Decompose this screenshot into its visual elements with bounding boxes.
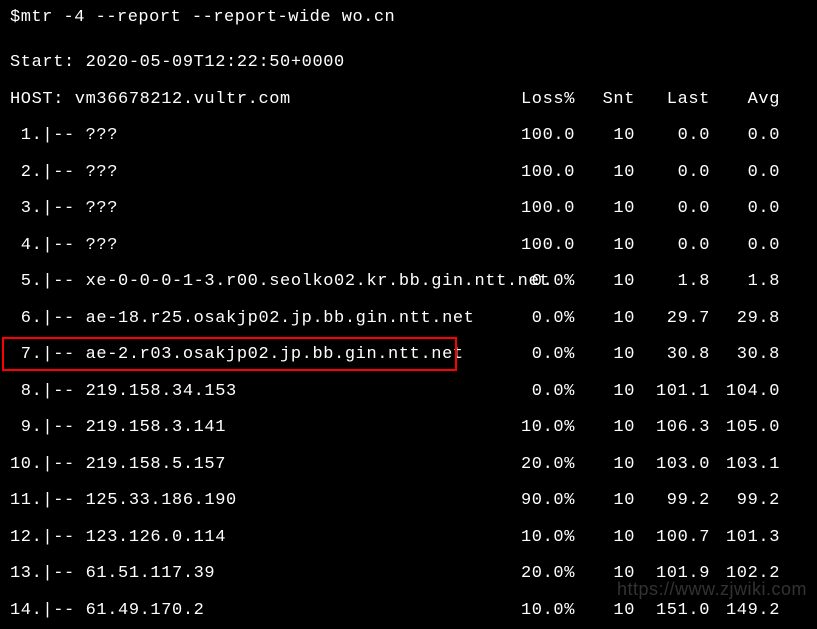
- hop-avg: 103.1: [710, 447, 780, 484]
- hop-loss: 100.0: [500, 155, 575, 192]
- hop-row: 1.|-- ???100.0100.00.0: [10, 118, 807, 155]
- hop-snt: 10: [575, 374, 635, 411]
- hop-last: 99.2: [635, 483, 710, 520]
- hop-row: 5.|-- xe-0-0-0-1-3.r00.seolko02.kr.bb.gi…: [10, 264, 807, 301]
- hop-snt: 10: [575, 447, 635, 484]
- hop-loss: 100.0: [500, 191, 575, 228]
- hop-row: 7.|-- ae-2.r03.osakjp02.jp.bb.gin.ntt.ne…: [10, 337, 807, 374]
- header-loss: Loss%: [500, 82, 575, 119]
- watermark: https://www.zjwiki.com: [617, 579, 807, 600]
- hop-avg: 0.0: [710, 191, 780, 228]
- hop-row: 8.|-- 219.158.34.1530.0%10101.1104.0: [10, 374, 807, 411]
- hop-loss: 20.0%: [500, 447, 575, 484]
- hop-last: 29.7: [635, 301, 710, 338]
- hop-host: 8.|-- 219.158.34.153: [10, 374, 500, 411]
- hop-host: 12.|-- 123.126.0.114: [10, 520, 500, 557]
- hop-last: 30.8: [635, 337, 710, 374]
- hop-host: 6.|-- ae-18.r25.osakjp02.jp.bb.gin.ntt.n…: [10, 301, 500, 338]
- hop-snt: 10: [575, 228, 635, 265]
- hop-loss: 90.0%: [500, 483, 575, 520]
- hop-host: 11.|-- 125.33.186.190: [10, 483, 500, 520]
- hop-last: 0.0: [635, 228, 710, 265]
- hop-host: 2.|-- ???: [10, 155, 500, 192]
- hop-host: 4.|-- ???: [10, 228, 500, 265]
- hop-host: 13.|-- 61.51.117.39: [10, 556, 500, 593]
- start-line: Start: 2020-05-09T12:22:50+0000: [10, 45, 807, 82]
- hop-avg: 30.8: [710, 337, 780, 374]
- hop-loss: 0.0%: [500, 264, 575, 301]
- hop-snt: 10: [575, 410, 635, 447]
- hop-avg: 0.0: [710, 155, 780, 192]
- hop-loss: 10.0%: [500, 593, 575, 629]
- hop-loss: 0.0%: [500, 337, 575, 374]
- hop-snt: 10: [575, 191, 635, 228]
- hop-avg: 104.0: [710, 374, 780, 411]
- hop-snt: 10: [575, 520, 635, 557]
- hop-row: 2.|-- ???100.0100.00.0: [10, 155, 807, 192]
- hop-last: 101.1: [635, 374, 710, 411]
- hop-avg: 105.0: [710, 410, 780, 447]
- hop-snt: 10: [575, 301, 635, 338]
- hop-host: 14.|-- 61.49.170.2: [10, 593, 500, 629]
- hop-row: 4.|-- ???100.0100.00.0: [10, 228, 807, 265]
- hop-loss: 0.0%: [500, 374, 575, 411]
- hop-loss: 100.0: [500, 118, 575, 155]
- hop-snt: 10: [575, 155, 635, 192]
- hop-snt: 10: [575, 264, 635, 301]
- hop-avg: 1.8: [710, 264, 780, 301]
- command-line: $mtr -4 --report --report-wide wo.cn: [0, 0, 817, 45]
- hop-snt: 10: [575, 118, 635, 155]
- hop-last: 103.0: [635, 447, 710, 484]
- hop-row: 6.|-- ae-18.r25.osakjp02.jp.bb.gin.ntt.n…: [10, 301, 807, 338]
- hop-avg: 0.0: [710, 118, 780, 155]
- header-last: Last: [635, 82, 710, 119]
- hop-host: 10.|-- 219.158.5.157: [10, 447, 500, 484]
- hop-row: 11.|-- 125.33.186.19090.0%1099.299.2: [10, 483, 807, 520]
- hop-snt: 10: [575, 337, 635, 374]
- hop-last: 100.7: [635, 520, 710, 557]
- header-row: HOST: vm36678212.vultr.com Loss% Snt Las…: [10, 82, 807, 119]
- hop-loss: 10.0%: [500, 520, 575, 557]
- hop-row: 9.|-- 219.158.3.14110.0%10106.3105.0: [10, 410, 807, 447]
- hop-last: 0.0: [635, 191, 710, 228]
- hop-avg: 29.8: [710, 301, 780, 338]
- header-host: HOST: vm36678212.vultr.com: [10, 82, 500, 119]
- hop-host: 1.|-- ???: [10, 118, 500, 155]
- hop-host: 9.|-- 219.158.3.141: [10, 410, 500, 447]
- hop-avg: 0.0: [710, 228, 780, 265]
- header-avg: Avg: [710, 82, 780, 119]
- header-snt: Snt: [575, 82, 635, 119]
- hop-last: 0.0: [635, 118, 710, 155]
- hop-loss: 100.0: [500, 228, 575, 265]
- hop-avg: 101.3: [710, 520, 780, 557]
- hop-host: 5.|-- xe-0-0-0-1-3.r00.seolko02.kr.bb.gi…: [10, 264, 500, 301]
- hop-snt: 10: [575, 483, 635, 520]
- hop-row: 12.|-- 123.126.0.11410.0%10100.7101.3: [10, 520, 807, 557]
- hop-loss: 10.0%: [500, 410, 575, 447]
- hop-host: 7.|-- ae-2.r03.osakjp02.jp.bb.gin.ntt.ne…: [10, 337, 500, 374]
- hop-last: 0.0: [635, 155, 710, 192]
- mtr-output: Start: 2020-05-09T12:22:50+0000 HOST: vm…: [0, 45, 817, 629]
- hop-host: 3.|-- ???: [10, 191, 500, 228]
- hop-last: 1.8: [635, 264, 710, 301]
- hop-row: 3.|-- ???100.0100.00.0: [10, 191, 807, 228]
- hop-loss: 20.0%: [500, 556, 575, 593]
- hop-loss: 0.0%: [500, 301, 575, 338]
- hop-avg: 99.2: [710, 483, 780, 520]
- hop-last: 106.3: [635, 410, 710, 447]
- hop-row: 10.|-- 219.158.5.15720.0%10103.0103.1: [10, 447, 807, 484]
